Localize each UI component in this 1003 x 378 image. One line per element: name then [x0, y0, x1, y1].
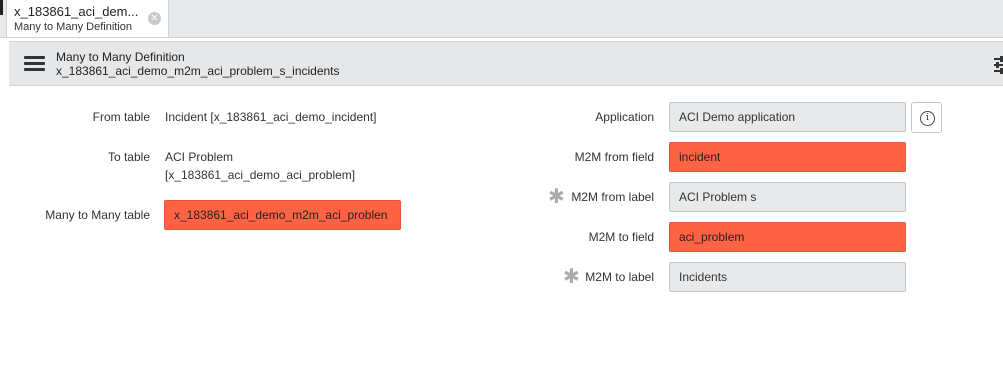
- close-icon[interactable]: ✕: [148, 12, 161, 25]
- tab-subtitle: Many to Many Definition: [14, 21, 132, 33]
- application-field[interactable]: ACI Demo application: [669, 102, 906, 132]
- m2m-to-field-input[interactable]: aci_problem: [669, 222, 906, 252]
- m2m-to-label-input[interactable]: Incidents: [669, 262, 906, 292]
- many-to-many-table-field[interactable]: x_183861_aci_demo_m2m_aci_problen: [164, 200, 401, 230]
- application-label: Application: [595, 110, 654, 124]
- application-info-button[interactable]: i: [911, 102, 942, 133]
- info-icon: i: [920, 111, 935, 126]
- to-table-label: To table: [107, 150, 150, 164]
- m2m-to-field-label: M2M to field: [588, 230, 654, 244]
- record-name: x_183861_aci_demo_m2m_aci_problem_s_inci…: [56, 64, 340, 78]
- mandatory-icon: ✱: [563, 266, 580, 288]
- hamburger-icon[interactable]: [24, 56, 45, 72]
- m2m-from-label-label: M2M from label: [571, 190, 654, 204]
- m2m-from-field-input[interactable]: incident: [669, 142, 906, 172]
- edge-marker: [0, 0, 3, 15]
- m2m-from-field-label: M2M from field: [574, 150, 654, 164]
- to-table-value-line1: ACI Problem: [165, 150, 234, 164]
- tab-title: x_183861_aci_dem...: [14, 4, 139, 19]
- from-table-label: From table: [92, 110, 150, 124]
- many-to-many-table-label: Many to Many table: [45, 208, 150, 222]
- form-title: Many to Many Definition: [56, 50, 185, 64]
- m2m-to-label-label: M2M to label: [585, 270, 654, 284]
- tab-bar: x_183861_aci_dem... Many to Many Definit…: [0, 0, 1003, 38]
- sliders-icon[interactable]: [994, 55, 1003, 75]
- tab-m2m-definition[interactable]: x_183861_aci_dem... Many to Many Definit…: [6, 0, 169, 37]
- m2m-from-label-input[interactable]: ACI Problem s: [669, 182, 906, 212]
- form-header: Many to Many Definition x_183861_aci_dem…: [9, 41, 1003, 86]
- from-table-value: Incident [x_183861_aci_demo_incident]: [165, 110, 377, 124]
- to-table-value-line2: [x_183861_aci_demo_aci_problem]: [165, 168, 356, 182]
- mandatory-icon: ✱: [548, 186, 565, 208]
